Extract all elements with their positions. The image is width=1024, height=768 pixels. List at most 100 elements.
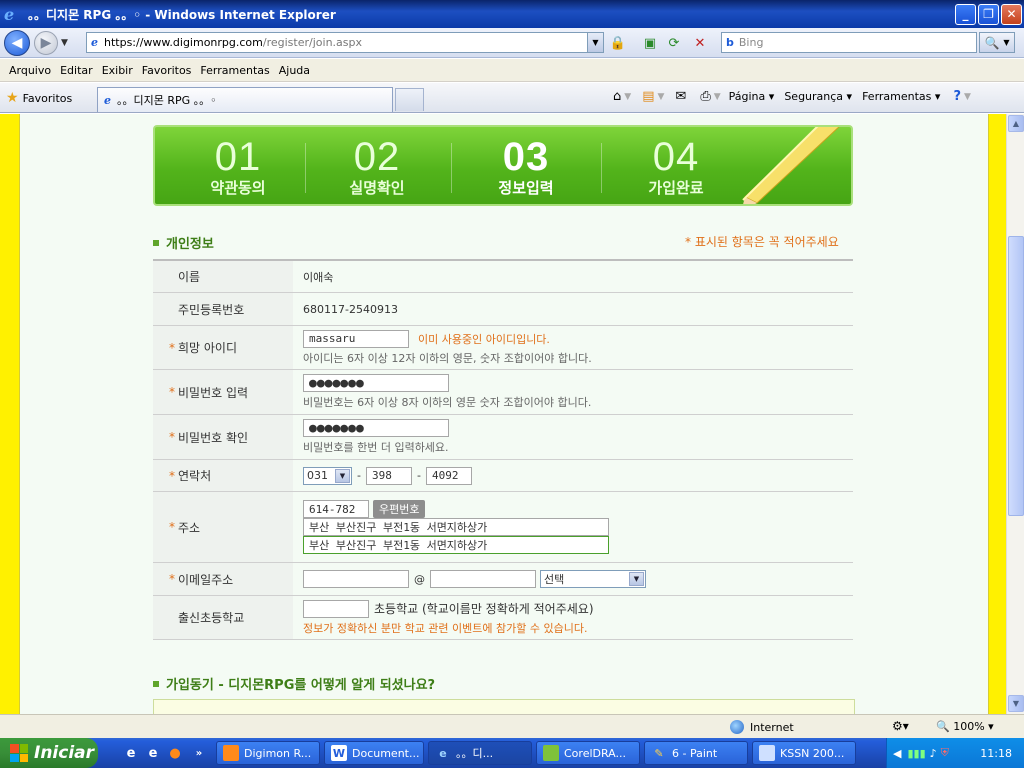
- password-confirm-input[interactable]: ●●●●●●●: [303, 419, 449, 437]
- address-dropdown-icon[interactable]: ▼: [587, 33, 603, 52]
- form-row-name: 이름 이애숙: [153, 261, 853, 293]
- windows-logo-icon: [10, 744, 28, 762]
- phone-area-select[interactable]: 031 ▼: [303, 466, 352, 485]
- task-document[interactable]: W Document...: [324, 741, 424, 765]
- quicklaunch-ie2-icon[interactable]: e: [144, 744, 162, 762]
- zip-search-button[interactable]: 우편번호: [373, 500, 426, 518]
- ie-logo-icon: e: [4, 5, 15, 24]
- minimize-button[interactable]: _: [955, 3, 976, 25]
- id-input[interactable]: massaru: [303, 329, 409, 348]
- menu-arquivo[interactable]: Arquivo: [9, 64, 51, 77]
- page-icon: e: [91, 36, 98, 49]
- password-input[interactable]: ●●●●●●●: [303, 374, 449, 392]
- section-title: 개인정보: [166, 237, 214, 252]
- volume-icon[interactable]: ♪: [930, 747, 937, 760]
- scroll-thumb[interactable]: [1008, 236, 1024, 516]
- tray-expand-icon[interactable]: ◀: [893, 747, 901, 760]
- task-paint[interactable]: ✎ 6 - Paint: [644, 741, 748, 765]
- chevron-down-icon: ▼: [629, 572, 644, 586]
- status-bar: Internet ⚙▾ 🔍 100% ▾: [0, 714, 1024, 738]
- protected-mode-icon[interactable]: ⚙▾: [892, 719, 909, 733]
- phone-dash: -: [416, 469, 421, 482]
- step-1-number: 01: [214, 135, 262, 179]
- form-row-school: 출신초등학교 초등학교 (학교이름만 정확하게 적어주세요) 정보가 정확하신 …: [153, 596, 853, 640]
- section-heading-motive: 가입동기 - 디지몬RPG를 어떻게 알게 되셨나요?: [153, 674, 435, 693]
- phone-last-input[interactable]: 4092: [425, 466, 472, 485]
- school-input[interactable]: [303, 599, 369, 618]
- step-divider: [305, 143, 306, 193]
- network-icon[interactable]: ▮▮▮: [907, 747, 925, 760]
- address-path: /register/join.aspx: [262, 36, 362, 49]
- bullet-icon: [153, 680, 159, 687]
- menu-favoritos[interactable]: Favoritos: [142, 64, 192, 77]
- task-label: Document...: [352, 746, 420, 760]
- ssn-label-text: 주민등록번호: [178, 302, 245, 317]
- scroll-down-icon[interactable]: ▼: [1008, 695, 1024, 712]
- help-icon[interactable]: ?: [953, 89, 961, 104]
- restore-button[interactable]: ❐: [978, 3, 999, 25]
- page-menu[interactable]: Página ▾: [729, 90, 775, 103]
- scroll-up-icon[interactable]: ▲: [1008, 115, 1024, 132]
- quicklaunch-firefox-icon[interactable]: ●: [166, 744, 184, 762]
- password-label: * 비밀번호 입력: [153, 370, 293, 414]
- rss-icon[interactable]: ▤: [642, 89, 654, 104]
- address-line2-input[interactable]: 부산 부산진구 부전1동 서면지하상가: [303, 536, 609, 554]
- new-tab-button[interactable]: [395, 88, 424, 111]
- refresh-icon[interactable]: ⟳: [664, 34, 684, 52]
- tools-menu[interactable]: Ferramentas ▾: [862, 90, 940, 103]
- globe-icon: [730, 720, 744, 734]
- compatibility-icon[interactable]: ▣: [640, 34, 660, 52]
- required-asterisk: *: [169, 572, 175, 586]
- email-domain-select[interactable]: 선택 ▼: [540, 570, 646, 588]
- step-2-number: 02: [353, 135, 401, 179]
- step-3-number: 03: [502, 135, 550, 179]
- window-title-bar[interactable]: e 。。디지몬 RPG 。。◦ - Windows Internet Explo…: [0, 0, 1024, 28]
- email-label: * 이메일주소: [153, 563, 293, 595]
- mail-icon[interactable]: ✉: [675, 89, 686, 104]
- menu-ajuda[interactable]: Ajuda: [279, 64, 310, 77]
- password-value: ●●●●●●● 비밀번호는 6자 이상 8자 이하의 영문 숫자 조합이어야 합…: [293, 370, 853, 414]
- history-dropdown-icon[interactable]: ▼: [61, 38, 68, 48]
- back-button[interactable]: ◀: [4, 29, 30, 56]
- clock: 11:18: [980, 746, 1012, 760]
- favorites-button[interactable]: ★ Favoritos: [6, 90, 72, 106]
- quicklaunch-ie-icon[interactable]: e: [122, 744, 140, 762]
- vertical-scrollbar[interactable]: ▲ ▼: [1006, 114, 1024, 714]
- security-icon[interactable]: ⛨: [941, 746, 949, 760]
- name-value-text: 이애숙: [303, 270, 334, 284]
- email-domain-input[interactable]: [430, 570, 536, 588]
- task-digimon[interactable]: Digimon R...: [216, 741, 320, 765]
- search-button[interactable]: 🔍 ▼: [979, 32, 1015, 53]
- search-placeholder: Bing: [738, 36, 764, 49]
- print-icon[interactable]: ⎙: [700, 89, 710, 104]
- task-label: CorelDRA...: [564, 746, 627, 760]
- search-input[interactable]: b Bing: [721, 32, 977, 53]
- task-kssn[interactable]: KSSN 200...: [752, 741, 856, 765]
- forward-button[interactable]: ▶: [34, 30, 58, 55]
- lock-icon[interactable]: 🔒: [608, 34, 628, 52]
- step-2: 02 실명확인: [312, 135, 442, 197]
- security-menu[interactable]: Segurança ▾: [784, 90, 852, 103]
- search-icon: 🔍: [984, 35, 1000, 50]
- task-coreldraw[interactable]: CorelDRA...: [536, 741, 640, 765]
- address-bar[interactable]: e https://www.digimonrpg.com/register/jo…: [86, 32, 604, 53]
- tab-active[interactable]: e 。。디지몬 RPG 。。◦: [97, 87, 393, 112]
- address-line1-input[interactable]: 부산 부산진구 부전1동 서면지하상가: [303, 518, 609, 536]
- close-button[interactable]: ✕: [1001, 3, 1022, 25]
- zip-input[interactable]: 614-782: [303, 500, 369, 518]
- email-user-input[interactable]: [303, 570, 409, 588]
- quicklaunch-more-icon[interactable]: »: [190, 744, 208, 762]
- phone-mid-input[interactable]: 398: [365, 466, 412, 485]
- required-asterisk: *: [169, 468, 175, 483]
- home-icon[interactable]: ⌂: [613, 89, 621, 104]
- menu-exibir[interactable]: Exibir: [102, 64, 133, 77]
- step-4-number: 04: [652, 135, 700, 179]
- zoom-control[interactable]: 🔍 100% ▾: [936, 720, 994, 733]
- required-note: * 표시된 항목은 꼭 적어주세요: [685, 235, 839, 249]
- start-button[interactable]: Iniciar: [0, 738, 98, 768]
- ssn-value-text: 680117-2540913: [303, 302, 398, 316]
- menu-editar[interactable]: Editar: [60, 64, 93, 77]
- task-digimon-ie[interactable]: e 。。디...: [428, 741, 532, 765]
- stop-icon[interactable]: ✕: [690, 34, 710, 52]
- menu-ferramentas[interactable]: Ferramentas: [200, 64, 269, 77]
